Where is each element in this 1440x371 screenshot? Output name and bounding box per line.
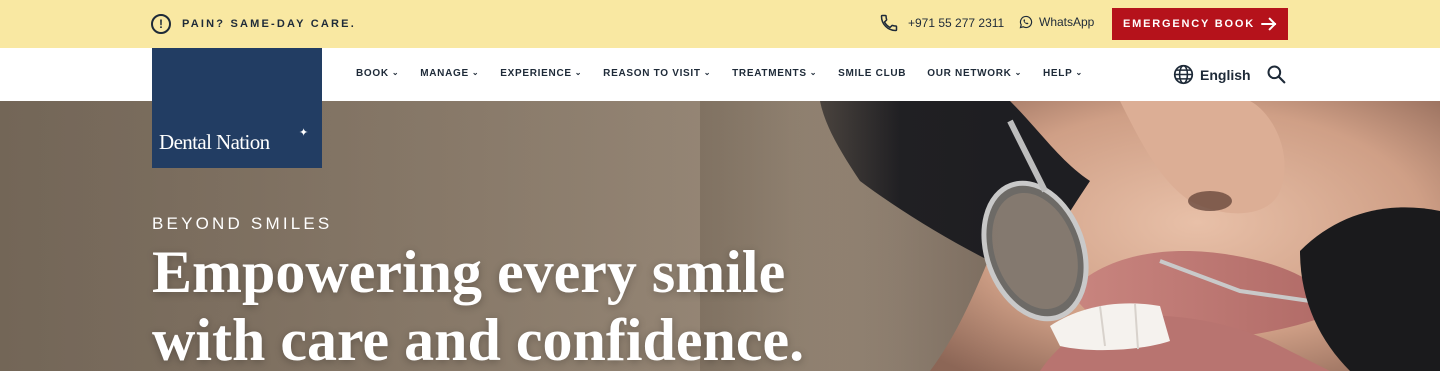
nav-item-label: MANAGE (420, 68, 469, 79)
phone-link[interactable]: +971 55 277 2311 (879, 13, 1004, 33)
nav-item-experience[interactable]: EXPERIENCE ⌄ (500, 68, 582, 79)
chevron-down-icon: ⌄ (703, 68, 712, 77)
whatsapp-link[interactable]: WhatsApp (1019, 15, 1094, 29)
hero-headline-line-1: Empowering every smile (152, 239, 786, 305)
notice-text: PAIN? SAME-DAY CARE. (182, 18, 356, 30)
chevron-down-icon: ⌄ (1014, 68, 1023, 77)
nav-item-help[interactable]: HELP ⌄ (1043, 68, 1083, 79)
globe-icon (1173, 64, 1194, 85)
nav-item-label: HELP (1043, 68, 1073, 79)
nav-item-manage[interactable]: MANAGE ⌄ (420, 68, 479, 79)
nav-item-label: OUR NETWORK (927, 68, 1012, 79)
emergency-book-button[interactable]: EMERGENCY BOOK (1112, 8, 1288, 40)
phone-number: +971 55 277 2311 (908, 16, 1005, 30)
primary-nav: BOOK ⌄ MANAGE ⌄ EXPERIENCE ⌄ REASON TO VISI… (356, 68, 1104, 79)
language-label: English (1200, 66, 1251, 83)
nav-item-reason-to-visit[interactable]: REASON TO VISIT ⌄ (603, 68, 711, 79)
dental-nation-logo[interactable]: Dental Nation ✦ (152, 48, 322, 168)
hero-headline: Empowering every smile with care and con… (152, 238, 912, 371)
nav-item-label: BOOK (356, 68, 389, 79)
nav-item-label: TREATMENTS (732, 68, 807, 79)
exclamation-circle-icon: ! (151, 14, 171, 34)
chevron-down-icon: ⌄ (1075, 68, 1083, 77)
search-icon (1267, 65, 1286, 84)
nav-item-label: SMILE CLUB (838, 68, 907, 79)
chevron-down-icon: ⌄ (574, 68, 583, 77)
top-bar: ! PAIN? SAME-DAY CARE. +971 55 277 2311 … (0, 0, 1440, 48)
nav-item-smile-club[interactable]: SMILE CLUB (838, 68, 906, 79)
whatsapp-label: WhatsApp (1039, 15, 1095, 29)
sparkle-icon: ✦ (299, 127, 309, 139)
nav-item-label: EXPERIENCE (500, 68, 572, 79)
nav-item-label: REASON TO VISIT (603, 68, 701, 79)
nav-item-book[interactable]: BOOK ⌄ (356, 68, 399, 79)
phone-icon (880, 14, 898, 32)
emergency-book-label: EMERGENCY BOOK (1123, 18, 1255, 30)
chevron-down-icon: ⌄ (809, 68, 818, 77)
nav-item-treatments[interactable]: TREATMENTS ⌄ (732, 68, 817, 79)
chevron-down-icon: ⌄ (471, 68, 480, 77)
search-button[interactable] (1266, 64, 1286, 89)
language-selector[interactable]: English (1173, 64, 1251, 85)
hero-headline-line-2: with care and confidence. (152, 307, 805, 371)
same-day-care-notice: ! PAIN? SAME-DAY CARE. (151, 14, 356, 34)
whatsapp-icon (1019, 15, 1033, 29)
chevron-down-icon: ⌄ (391, 68, 400, 77)
nav-item-our-network[interactable]: OUR NETWORK ⌄ (927, 68, 1022, 79)
logo-wordmark: Dental Nation (159, 130, 270, 154)
hero-eyebrow: BEYOND SMILES (152, 214, 333, 233)
arrow-right-icon (1261, 17, 1277, 31)
